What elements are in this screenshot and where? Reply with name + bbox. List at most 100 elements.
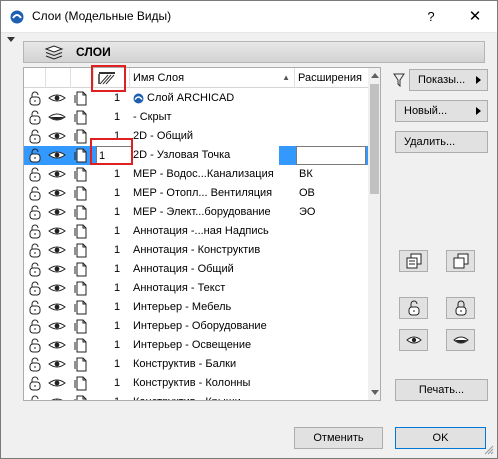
scroll-down-icon[interactable] [371,390,379,395]
cancel-button[interactable]: Отменить [294,427,383,449]
layer-name[interactable]: Интерьер - Освещение [133,336,293,355]
lock-toggle-icon[interactable] [28,203,44,222]
lock-toggle-icon[interactable] [28,374,44,393]
extension-input[interactable] [296,146,366,165]
wireframe-toggle-icon[interactable] [74,222,90,241]
layer-extension[interactable]: ОВ [299,184,359,203]
intersection-number[interactable]: 1 [110,336,124,355]
eye-icon[interactable] [48,241,68,260]
layer-extension[interactable] [299,260,359,279]
lock-toggle-icon[interactable] [28,279,44,298]
eye-icon[interactable] [48,260,68,279]
layer-extension[interactable] [299,317,359,336]
layer-extension[interactable] [299,222,359,241]
eye-icon[interactable] [48,222,68,241]
layer-row[interactable]: 1 Аннотация - Конструктив [24,241,368,260]
layer-name[interactable]: Слой ARCHICAD [133,89,293,108]
eye-icon[interactable] [48,355,68,374]
layer-row[interactable]: 1 Аннотация - Общий [24,260,368,279]
layer-extension[interactable] [299,127,359,146]
wireframe-toggle-icon[interactable] [74,260,90,279]
layer-name[interactable]: Аннотация - Конструктив [133,241,293,260]
show-all-button[interactable] [399,329,428,351]
print-button[interactable]: Печать... [395,379,488,401]
eye-hidden-icon[interactable] [48,108,68,127]
eye-icon[interactable] [48,298,68,317]
layer-name[interactable]: Аннотация - Общий [133,260,293,279]
layer-row[interactable]: 1 Интерьер - Оборудование [24,317,368,336]
layer-name[interactable]: Конструктив - Колонны [133,374,293,393]
intersection-number[interactable]: 1 [110,298,124,317]
visibility-column-header[interactable] [46,68,71,88]
wireframe-toggle-icon[interactable] [74,165,90,184]
lock-toggle-icon[interactable] [28,89,44,108]
wireframe-toggle-icon[interactable] [74,317,90,336]
resize-grip-icon[interactable] [484,445,494,455]
wireframe-toggle-icon[interactable] [74,89,90,108]
layer-row[interactable]: 1 - Скрыт [24,108,368,127]
lock-toggle-icon[interactable] [28,393,44,400]
ok-button[interactable]: OK [395,427,486,449]
wireframe-toggle-icon[interactable] [74,203,90,222]
intersection-number[interactable]: 1 [110,374,124,393]
layer-row[interactable]: 1 2D - Общий [24,127,368,146]
eye-icon[interactable] [48,279,68,298]
new-layer-button[interactable]: Новый... [395,100,488,122]
layer-extension[interactable] [299,279,359,298]
layer-row[interactable]: 1 MEP - Отопл... Вентиляция ОВ [24,184,368,203]
wireframe-toggle-icon[interactable] [74,279,90,298]
lock-column-header[interactable] [24,68,46,88]
layer-row[interactable]: 1 Интерьер - Освещение [24,336,368,355]
eye-icon[interactable] [48,374,68,393]
layer-extension[interactable] [299,374,359,393]
paste-settings-button[interactable] [446,250,475,272]
vertical-scrollbar[interactable] [368,68,380,400]
unlock-all-button[interactable] [399,297,428,319]
intersection-number[interactable]: 1 [110,203,124,222]
help-button[interactable]: ? [409,3,453,31]
layer-name[interactable]: Аннотация - Текст [133,279,293,298]
layer-name[interactable]: - Скрыт [133,108,293,127]
layer-name[interactable]: MEP - Водос...Канализация [133,165,293,184]
wireframe-toggle-icon[interactable] [74,241,90,260]
layer-row[interactable]: 1 Аннотация - Текст [24,279,368,298]
show-button[interactable]: Показы... [409,69,488,91]
scroll-thumb[interactable] [370,84,379,194]
lock-toggle-icon[interactable] [28,184,44,203]
wireframe-toggle-icon[interactable] [74,146,90,165]
delete-layer-button[interactable]: Удалить... [395,131,488,153]
lock-all-button[interactable] [446,297,475,319]
wireframe-toggle-icon[interactable] [74,298,90,317]
wireframe-toggle-icon[interactable] [74,374,90,393]
eye-icon[interactable] [48,127,68,146]
intersection-number[interactable]: 1 [110,222,124,241]
layer-row[interactable]: 1 MEP - Элект...борудование ЭО [24,203,368,222]
intersection-number[interactable]: 1 [110,165,124,184]
scroll-up-icon[interactable] [371,73,379,78]
wireframe-toggle-icon[interactable] [74,127,90,146]
close-button[interactable]: ✕ [453,3,497,31]
name-column-header[interactable]: Имя Слоя ▲ [130,68,295,88]
extension-column-header[interactable]: Расширения [295,68,368,88]
intersection-number[interactable]: 1 [110,260,124,279]
wireframe-toggle-icon[interactable] [74,393,90,400]
layer-name[interactable]: Интерьер - Мебель [133,298,293,317]
lock-toggle-icon[interactable] [28,336,44,355]
layer-extension[interactable] [299,355,359,374]
wireframe-toggle-icon[interactable] [74,355,90,374]
intersection-number[interactable]: 1 [110,279,124,298]
intersection-number[interactable]: 1 [110,108,124,127]
wireframe-toggle-icon[interactable] [74,108,90,127]
intersection-number[interactable]: 1 [110,241,124,260]
intersection-number[interactable]: 1 [110,317,124,336]
eye-icon[interactable] [48,184,68,203]
lock-toggle-icon[interactable] [28,241,44,260]
layers-list[interactable]: Имя Слоя ▲ Расширения 1 Слой ARCHICAD 1- С… [23,67,381,401]
eye-icon[interactable] [48,165,68,184]
lock-toggle-icon[interactable] [28,355,44,374]
layer-extension[interactable] [299,241,359,260]
layer-name[interactable]: 2D - Общий [133,127,293,146]
layer-row[interactable]: 1 Слой ARCHICAD [24,89,368,108]
layer-name[interactable]: Интерьер - Оборудование [133,317,293,336]
lock-toggle-icon[interactable] [28,127,44,146]
